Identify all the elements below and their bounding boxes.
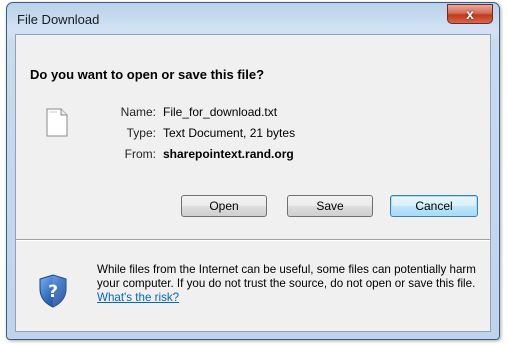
security-warning: While files from the Internet can be use… bbox=[97, 263, 489, 305]
dialog-title: File Download bbox=[17, 12, 100, 27]
warning-text: While files from the Internet can be use… bbox=[97, 263, 476, 290]
save-button[interactable]: Save bbox=[287, 195, 373, 217]
file-source-value: sharepointext.rand.org bbox=[163, 147, 294, 161]
whats-the-risk-link[interactable]: What's the risk? bbox=[97, 291, 179, 304]
close-button[interactable]: x bbox=[447, 4, 493, 24]
file-download-dialog: File Download x Do you want to open or s… bbox=[6, 2, 500, 340]
name-label: Name: bbox=[120, 105, 156, 119]
dialog-body: Do you want to open or save this file? N… bbox=[15, 34, 491, 332]
open-button[interactable]: Open bbox=[181, 195, 267, 217]
close-icon: x bbox=[466, 6, 474, 22]
divider bbox=[16, 239, 490, 241]
from-label: From: bbox=[124, 147, 156, 161]
security-shield-question-icon: ? bbox=[39, 274, 67, 308]
title-bar[interactable]: File Download x bbox=[7, 3, 499, 35]
svg-text:?: ? bbox=[48, 282, 58, 302]
file-type-value: Text Document, 21 bytes bbox=[163, 126, 296, 140]
cancel-button[interactable]: Cancel bbox=[390, 195, 478, 217]
background-window-edge bbox=[0, 70, 4, 84]
type-label: Type: bbox=[126, 126, 156, 140]
file-name-value: File_for_download.txt bbox=[163, 105, 278, 119]
question-text: Do you want to open or save this file? bbox=[30, 67, 265, 82]
